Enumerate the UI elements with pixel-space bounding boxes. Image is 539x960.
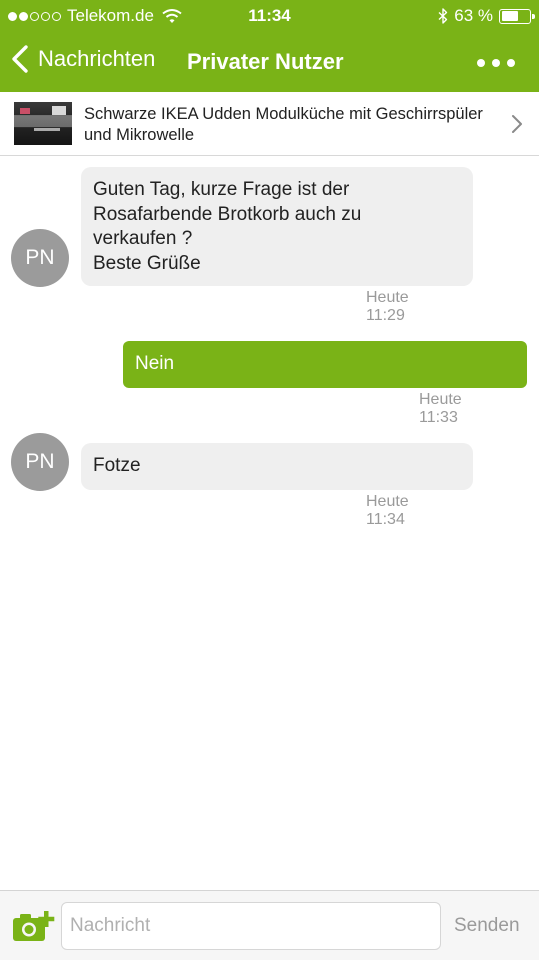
listing-thumbnail: [14, 102, 72, 145]
message-timestamp: Heute 11:29: [366, 289, 409, 324]
chevron-right-icon: [512, 115, 522, 133]
status-bar: Telekom.de 11:34 63 %: [0, 0, 539, 32]
message-composer: Senden: [0, 890, 539, 960]
back-label: Nachrichten: [38, 46, 156, 71]
battery-level: [501, 11, 518, 21]
avatar[interactable]: PN: [11, 229, 69, 287]
listing-header[interactable]: Schwarze IKEA Udden Modulküche mit Gesch…: [0, 92, 539, 156]
more-options-icon[interactable]: [477, 52, 515, 74]
avatar[interactable]: PN: [11, 433, 69, 491]
nav-bar: Nachrichten Privater Nutzer: [0, 32, 539, 92]
battery-percent: 63 %: [454, 6, 493, 25]
message-timestamp: Heute 11:34: [366, 493, 409, 528]
page-title: Privater Nutzer: [187, 49, 344, 74]
bluetooth-icon: [438, 8, 448, 24]
message-timestamp: Heute 11:33: [419, 391, 462, 426]
message-bubble[interactable]: Guten Tag, kurze Frage ist der Rosafarbe…: [81, 167, 473, 286]
message-bubble[interactable]: Fotze: [81, 443, 473, 490]
message-input[interactable]: [61, 902, 441, 950]
send-button[interactable]: Senden: [454, 915, 520, 937]
listing-title: Schwarze IKEA Udden Modulküche mit Gesch…: [84, 105, 483, 144]
message-bubble[interactable]: Nein: [123, 341, 527, 388]
chevron-left-icon: [12, 45, 28, 73]
top-bar: Telekom.de 11:34 63 % Nachrichten Privat…: [0, 0, 539, 92]
battery-icon: [499, 8, 535, 24]
back-button[interactable]: Nachrichten: [10, 44, 155, 74]
camera-add-icon[interactable]: [12, 909, 56, 943]
status-right: 63 %: [438, 6, 535, 26]
